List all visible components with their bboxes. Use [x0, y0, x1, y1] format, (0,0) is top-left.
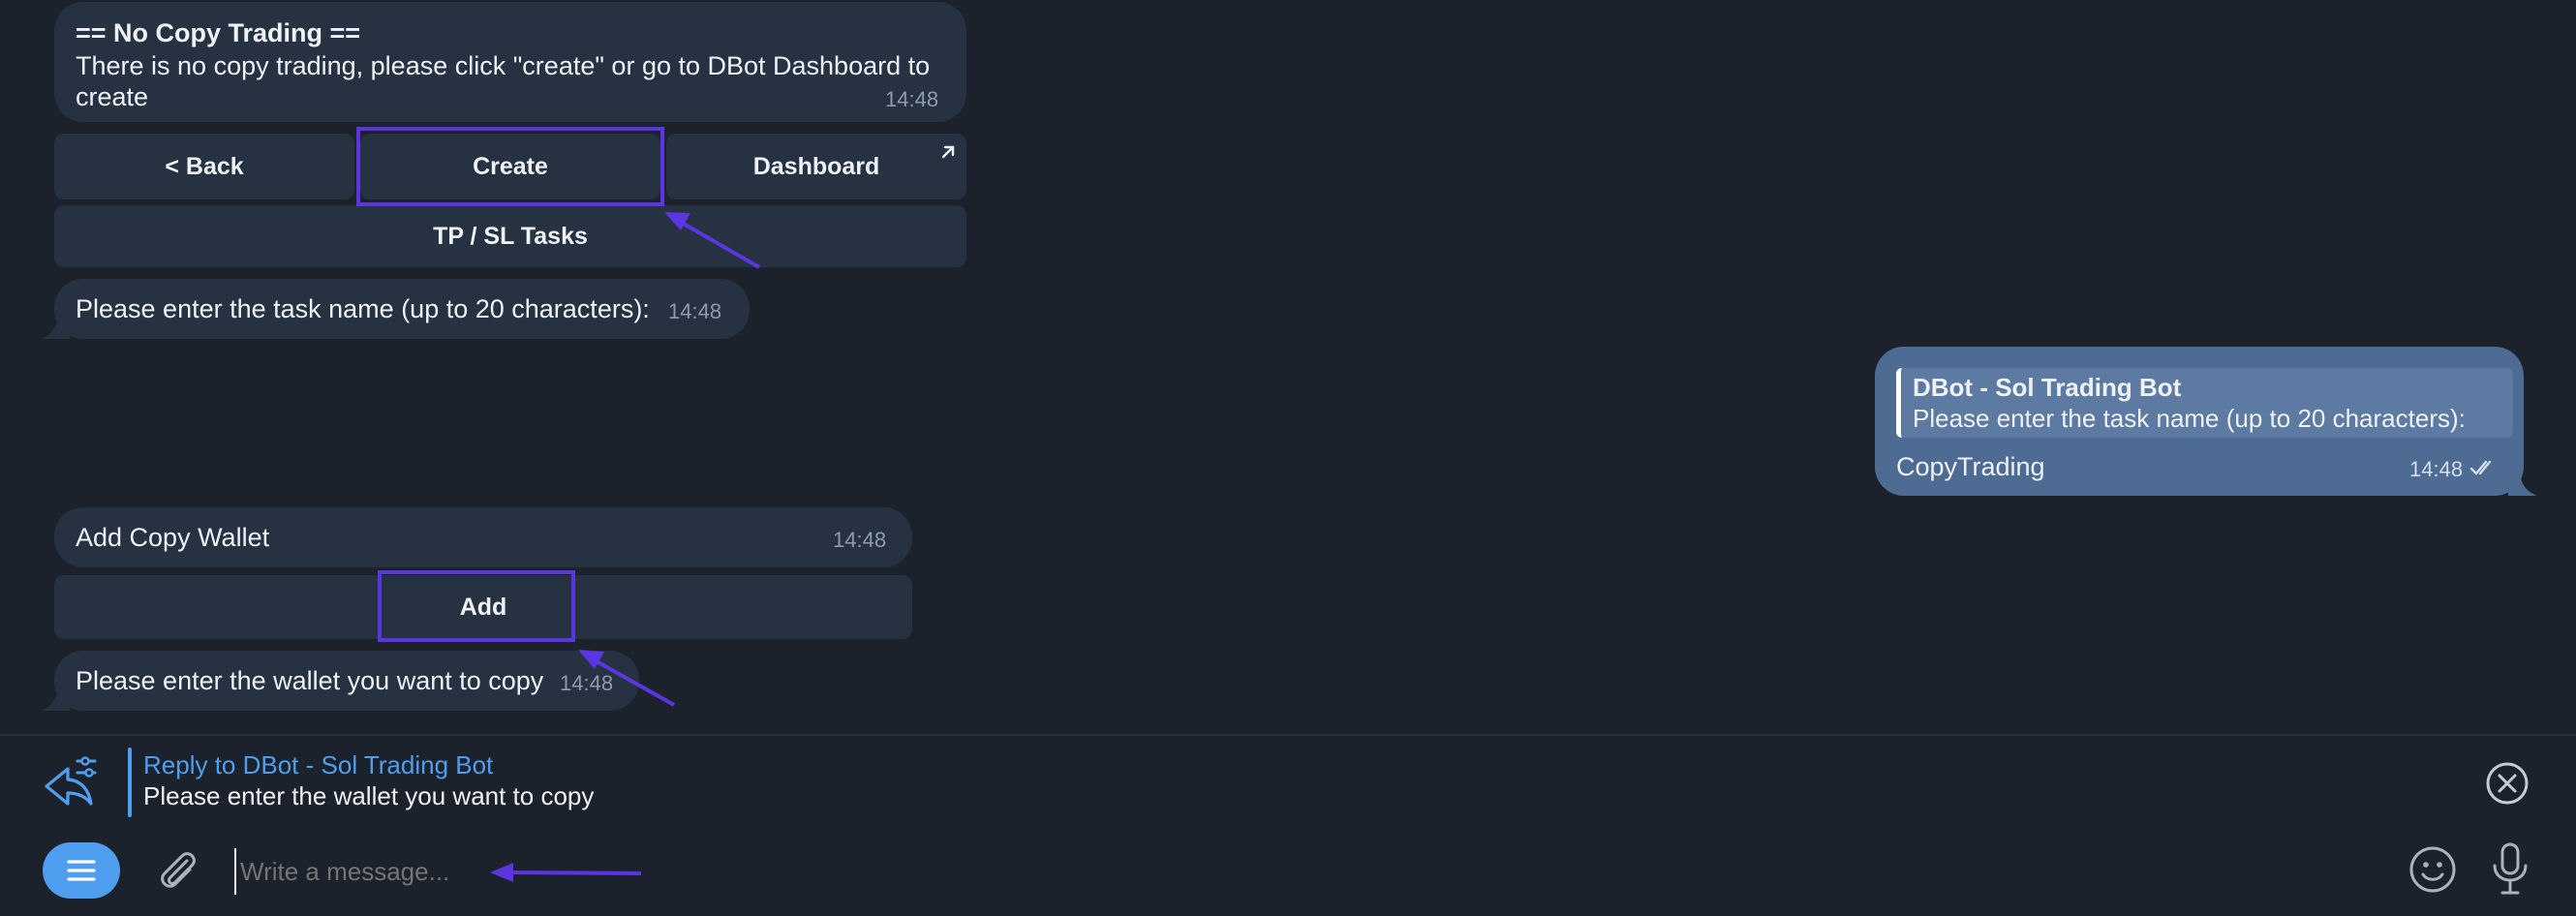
- arrow-to-input: [490, 863, 642, 882]
- arrow-to-add: [578, 650, 675, 707]
- annotation-arrows: [490, 212, 760, 882]
- arrow-to-create: [664, 212, 760, 269]
